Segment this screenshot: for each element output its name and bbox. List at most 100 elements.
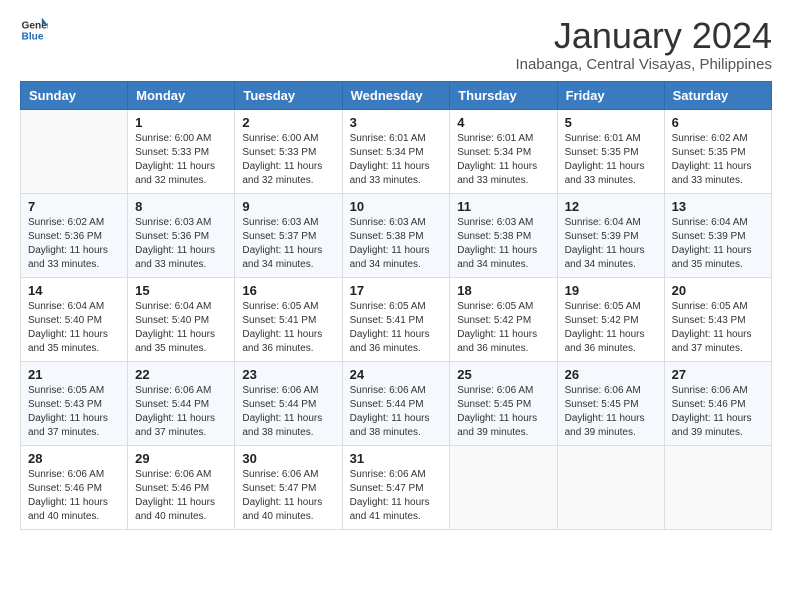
calendar-body: 1 Sunrise: 6:00 AMSunset: 5:33 PMDaylight… [21, 109, 772, 529]
day-info: Sunrise: 6:03 AMSunset: 5:36 PMDaylight:… [135, 216, 227, 272]
weekday-header: Friday [557, 81, 664, 109]
day-info: Sunrise: 6:04 AMSunset: 5:40 PMDaylight:… [135, 300, 227, 356]
calendar-cell: 13 Sunrise: 6:04 AMSunset: 5:39 PMDayligh… [664, 193, 771, 277]
day-number: 9 [242, 199, 334, 214]
calendar-cell: 11 Sunrise: 6:03 AMSunset: 5:38 PMDayligh… [450, 193, 557, 277]
day-info: Sunrise: 6:01 AMSunset: 5:34 PMDaylight:… [457, 132, 549, 188]
calendar-cell: 14Sunrise: 6:04 AMSunset: 5:40 PMDayligh… [21, 277, 128, 361]
calendar-week-row: 7 Sunrise: 6:02 AMSunset: 5:36 PMDaylight… [21, 193, 772, 277]
day-number: 5 [565, 115, 657, 130]
calendar-week-row: 1 Sunrise: 6:00 AMSunset: 5:33 PMDaylight… [21, 109, 772, 193]
day-info: Sunrise: 6:04 AMSunset: 5:39 PMDaylight:… [565, 216, 657, 272]
day-info: Sunrise: 6:04 AMSunset: 5:39 PMDaylight:… [672, 216, 764, 272]
day-number: 3 [350, 115, 443, 130]
day-info: Sunrise: 6:01 AMSunset: 5:34 PMDaylight:… [350, 132, 443, 188]
day-info: Sunrise: 6:05 AMSunset: 5:42 PMDaylight:… [565, 300, 657, 356]
day-number: 19 [565, 283, 657, 298]
calendar-cell: 25Sunrise: 6:06 AMSunset: 5:45 PMDayligh… [450, 361, 557, 445]
calendar-cell: 17Sunrise: 6:05 AMSunset: 5:41 PMDayligh… [342, 277, 450, 361]
calendar-cell: 27Sunrise: 6:06 AMSunset: 5:46 PMDayligh… [664, 361, 771, 445]
day-number: 13 [672, 199, 764, 214]
weekday-row: SundayMondayTuesdayWednesdayThursdayFrid… [21, 81, 772, 109]
day-info: Sunrise: 6:06 AMSunset: 5:46 PMDaylight:… [135, 468, 227, 524]
day-number: 12 [565, 199, 657, 214]
day-number: 23 [242, 367, 334, 382]
calendar-cell: 29 Sunrise: 6:06 AMSunset: 5:46 PMDayligh… [128, 445, 235, 529]
day-number: 28 [28, 451, 120, 466]
day-info: Sunrise: 6:03 AMSunset: 5:38 PMDaylight:… [350, 216, 443, 272]
day-number: 8 [135, 199, 227, 214]
day-number: 30 [242, 451, 334, 466]
calendar-cell: 28 Sunrise: 6:06 AMSunset: 5:46 PMDayligh… [21, 445, 128, 529]
day-number: 21 [28, 367, 120, 382]
calendar-cell: 19 Sunrise: 6:05 AMSunset: 5:42 PMDayligh… [557, 277, 664, 361]
day-info: Sunrise: 6:06 AMSunset: 5:45 PMDaylight:… [565, 384, 657, 440]
calendar-week-row: 14Sunrise: 6:04 AMSunset: 5:40 PMDayligh… [21, 277, 772, 361]
day-number: 25 [457, 367, 549, 382]
day-info: Sunrise: 6:05 AMSunset: 5:41 PMDaylight:… [242, 300, 334, 356]
day-info: Sunrise: 6:00 AMSunset: 5:33 PMDaylight:… [135, 132, 227, 188]
day-number: 4 [457, 115, 549, 130]
calendar-cell: 23 Sunrise: 6:06 AMSunset: 5:44 PMDayligh… [235, 361, 342, 445]
title-area: January 2024 Inabanga, Central Visayas, … [515, 16, 772, 73]
subtitle: Inabanga, Central Visayas, Philippines [515, 56, 772, 73]
day-number: 10 [350, 199, 443, 214]
day-info: Sunrise: 6:06 AMSunset: 5:44 PMDaylight:… [242, 384, 334, 440]
day-info: Sunrise: 6:04 AMSunset: 5:40 PMDaylight:… [28, 300, 120, 356]
calendar-cell: 20 Sunrise: 6:05 AMSunset: 5:43 PMDayligh… [664, 277, 771, 361]
day-info: Sunrise: 6:01 AMSunset: 5:35 PMDaylight:… [565, 132, 657, 188]
day-info: Sunrise: 6:06 AMSunset: 5:44 PMDaylight:… [135, 384, 227, 440]
day-number: 24 [350, 367, 443, 382]
main-title: January 2024 [515, 16, 772, 56]
day-number: 29 [135, 451, 227, 466]
day-number: 1 [135, 115, 227, 130]
calendar-cell [450, 445, 557, 529]
day-number: 18 [457, 283, 549, 298]
day-number: 16 [242, 283, 334, 298]
calendar-cell: 8 Sunrise: 6:03 AMSunset: 5:36 PMDaylight… [128, 193, 235, 277]
calendar-cell: 30Sunrise: 6:06 AMSunset: 5:47 PMDayligh… [235, 445, 342, 529]
day-info: Sunrise: 6:05 AMSunset: 5:43 PMDaylight:… [672, 300, 764, 356]
day-info: Sunrise: 6:02 AMSunset: 5:35 PMDaylight:… [672, 132, 764, 188]
day-info: Sunrise: 6:05 AMSunset: 5:42 PMDaylight:… [457, 300, 549, 356]
calendar-cell: 22 Sunrise: 6:06 AMSunset: 5:44 PMDayligh… [128, 361, 235, 445]
day-info: Sunrise: 6:03 AMSunset: 5:38 PMDaylight:… [457, 216, 549, 272]
calendar-cell: 26 Sunrise: 6:06 AMSunset: 5:45 PMDayligh… [557, 361, 664, 445]
day-number: 2 [242, 115, 334, 130]
weekday-header: Thursday [450, 81, 557, 109]
calendar-header: SundayMondayTuesdayWednesdayThursdayFrid… [21, 81, 772, 109]
day-info: Sunrise: 6:06 AMSunset: 5:44 PMDaylight:… [350, 384, 443, 440]
day-info: Sunrise: 6:06 AMSunset: 5:46 PMDaylight:… [28, 468, 120, 524]
calendar-cell: 3 Sunrise: 6:01 AMSunset: 5:34 PMDaylight… [342, 109, 450, 193]
day-info: Sunrise: 6:06 AMSunset: 5:46 PMDaylight:… [672, 384, 764, 440]
day-number: 20 [672, 283, 764, 298]
calendar-cell: 21Sunrise: 6:05 AMSunset: 5:43 PMDayligh… [21, 361, 128, 445]
day-info: Sunrise: 6:06 AMSunset: 5:47 PMDaylight:… [350, 468, 443, 524]
calendar-cell: 16 Sunrise: 6:05 AMSunset: 5:41 PMDayligh… [235, 277, 342, 361]
day-info: Sunrise: 6:05 AMSunset: 5:41 PMDaylight:… [350, 300, 443, 356]
day-number: 15 [135, 283, 227, 298]
calendar-week-row: 28 Sunrise: 6:06 AMSunset: 5:46 PMDayligh… [21, 445, 772, 529]
calendar-cell: 7 Sunrise: 6:02 AMSunset: 5:36 PMDaylight… [21, 193, 128, 277]
weekday-header: Monday [128, 81, 235, 109]
calendar-cell: 1 Sunrise: 6:00 AMSunset: 5:33 PMDaylight… [128, 109, 235, 193]
calendar-cell: 31 Sunrise: 6:06 AMSunset: 5:47 PMDayligh… [342, 445, 450, 529]
day-number: 7 [28, 199, 120, 214]
day-number: 31 [350, 451, 443, 466]
calendar-cell [21, 109, 128, 193]
page-header: General Blue January 2024 Inabanga, Cent… [20, 16, 772, 73]
day-number: 22 [135, 367, 227, 382]
weekday-header: Wednesday [342, 81, 450, 109]
day-number: 11 [457, 199, 549, 214]
day-number: 26 [565, 367, 657, 382]
calendar-cell [664, 445, 771, 529]
svg-text:Blue: Blue [22, 31, 44, 42]
day-info: Sunrise: 6:02 AMSunset: 5:36 PMDaylight:… [28, 216, 120, 272]
day-number: 6 [672, 115, 764, 130]
calendar-table: SundayMondayTuesdayWednesdayThursdayFrid… [20, 81, 772, 530]
calendar-cell: 10 Sunrise: 6:03 AMSunset: 5:38 PMDayligh… [342, 193, 450, 277]
calendar-cell [557, 445, 664, 529]
weekday-header: Saturday [664, 81, 771, 109]
calendar-cell: 15 Sunrise: 6:04 AMSunset: 5:40 PMDayligh… [128, 277, 235, 361]
logo-icon: General Blue [20, 16, 48, 44]
